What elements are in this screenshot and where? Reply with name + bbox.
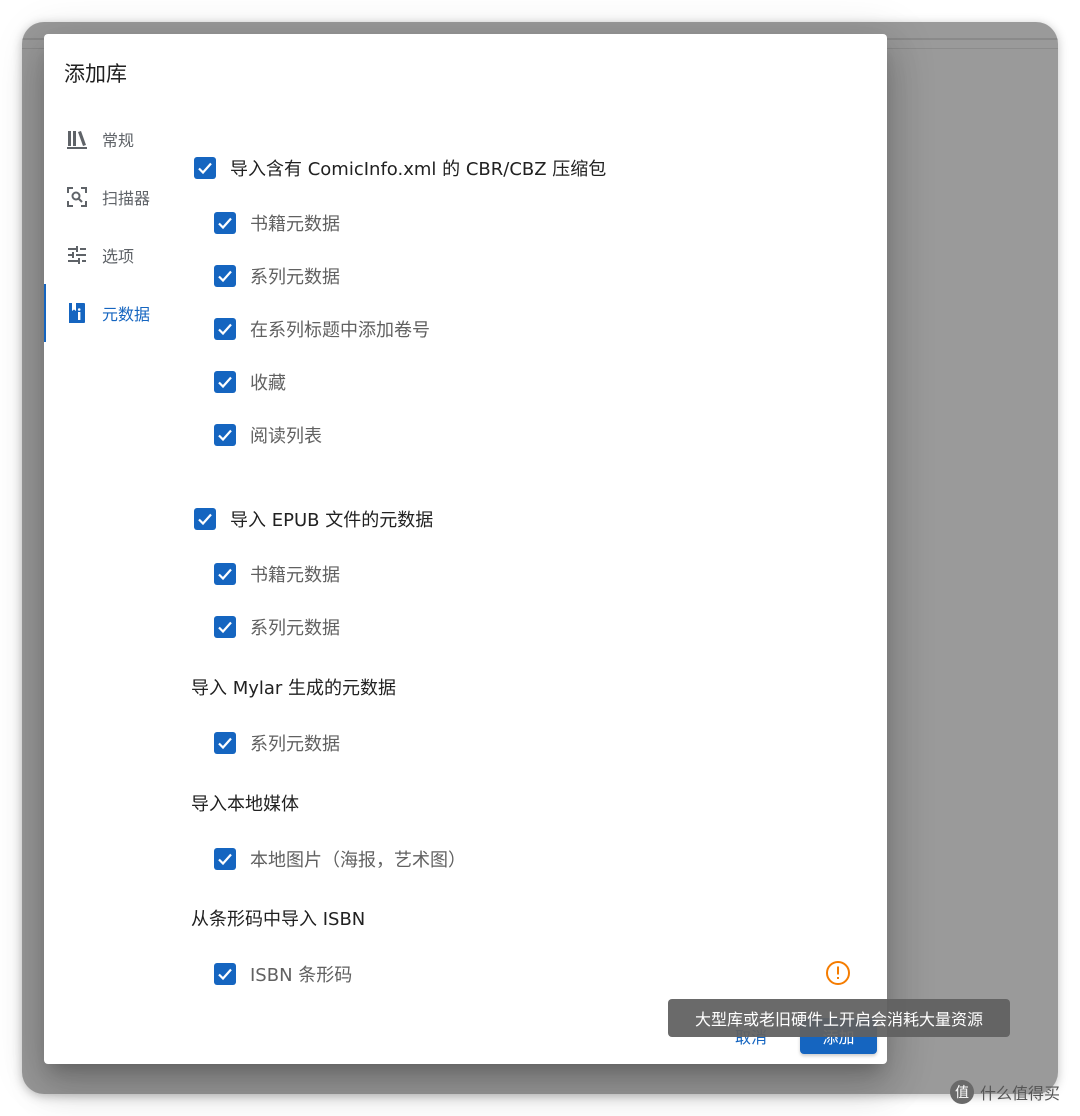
checkbox-checked-icon[interactable] xyxy=(214,318,236,340)
local-artwork-row[interactable]: 本地图片（海报，艺术图） xyxy=(214,846,466,872)
checkbox-checked-icon[interactable] xyxy=(194,157,216,179)
metadata-icon xyxy=(64,300,90,326)
comicinfo-label: 导入含有 ComicInfo.xml 的 CBR/CBZ 压缩包 xyxy=(230,159,607,180)
checkbox-checked-icon[interactable] xyxy=(214,212,236,234)
watermark-text: 什么值得买 xyxy=(980,1084,1061,1103)
checkbox-label: 在系列标题中添加卷号 xyxy=(250,320,430,341)
nav-label-metadata: 元数据 xyxy=(102,305,151,324)
checkbox-label: 收藏 xyxy=(250,373,286,394)
checkbox-checked-icon[interactable] xyxy=(214,563,236,585)
library-books-icon xyxy=(64,126,90,152)
checkbox-label: 书籍元数据 xyxy=(250,214,340,235)
nav-item-scanner[interactable]: 扫描器 xyxy=(44,176,174,218)
checkbox-checked-icon[interactable] xyxy=(214,848,236,870)
comicinfo-collections-row[interactable]: 收藏 xyxy=(214,369,286,395)
epub-book-metadata-row[interactable]: 书籍元数据 xyxy=(214,561,340,587)
epub-label: 导入 EPUB 文件的元数据 xyxy=(230,510,434,531)
nav-item-general[interactable]: 常规 xyxy=(44,118,174,160)
checkbox-label: ISBN 条形码 xyxy=(250,965,353,986)
checkbox-checked-icon[interactable] xyxy=(214,424,236,446)
checkbox-checked-icon[interactable] xyxy=(214,732,236,754)
checkbox-checked-icon[interactable] xyxy=(194,508,216,530)
nav-label-general: 常规 xyxy=(102,131,135,150)
mylar-series-metadata-row[interactable]: 系列元数据 xyxy=(214,730,340,756)
epub-series-metadata-row[interactable]: 系列元数据 xyxy=(214,614,340,640)
isbn-barcode-row[interactable]: ISBN 条形码 xyxy=(214,961,352,987)
tune-icon xyxy=(64,242,90,268)
checkbox-checked-icon[interactable] xyxy=(214,265,236,287)
warning-tooltip: 大型库或老旧硬件上开启会消耗大量资源 xyxy=(668,999,1010,1037)
checkbox-checked-icon[interactable] xyxy=(214,616,236,638)
epub-checkbox-row[interactable]: 导入 EPUB 文件的元数据 xyxy=(194,506,433,532)
watermark-logo-icon: 值 xyxy=(950,1080,974,1104)
checkbox-label: 系列元数据 xyxy=(250,734,340,755)
checkbox-checked-icon[interactable] xyxy=(214,963,236,985)
comicinfo-volume-in-title-row[interactable]: 在系列标题中添加卷号 xyxy=(214,316,430,342)
comicinfo-readlists-row[interactable]: 阅读列表 xyxy=(214,422,322,448)
comicinfo-checkbox-row[interactable]: 导入含有 ComicInfo.xml 的 CBR/CBZ 压缩包 xyxy=(194,155,606,181)
dialog-title: 添加库 xyxy=(64,62,127,86)
comicinfo-book-metadata-row[interactable]: 书籍元数据 xyxy=(214,210,340,236)
add-library-dialog: 添加库 常规 扫描器 选项 元数据 导入含有 ComicInfo.xml 的 C… xyxy=(44,34,887,1064)
local-media-heading: 导入本地媒体 xyxy=(191,794,299,815)
checkbox-label: 书籍元数据 xyxy=(250,565,340,586)
checkbox-label: 系列元数据 xyxy=(250,618,340,639)
comicinfo-series-metadata-row[interactable]: 系列元数据 xyxy=(214,263,340,289)
nav-item-metadata[interactable]: 元数据 xyxy=(44,284,174,342)
warning-alert-icon[interactable] xyxy=(825,960,851,986)
isbn-heading: 从条形码中导入 ISBN xyxy=(191,909,366,930)
nav-label-options: 选项 xyxy=(102,247,135,266)
scan-icon xyxy=(64,184,90,210)
checkbox-label: 本地图片（海报，艺术图） xyxy=(250,850,466,871)
watermark: 值 什么值得买 xyxy=(950,1080,1060,1104)
nav-item-options[interactable]: 选项 xyxy=(44,234,174,276)
mylar-heading: 导入 Mylar 生成的元数据 xyxy=(191,678,397,699)
checkbox-label: 阅读列表 xyxy=(250,426,322,447)
checkbox-label: 系列元数据 xyxy=(250,267,340,288)
nav-label-scanner: 扫描器 xyxy=(102,189,151,208)
checkbox-checked-icon[interactable] xyxy=(214,371,236,393)
